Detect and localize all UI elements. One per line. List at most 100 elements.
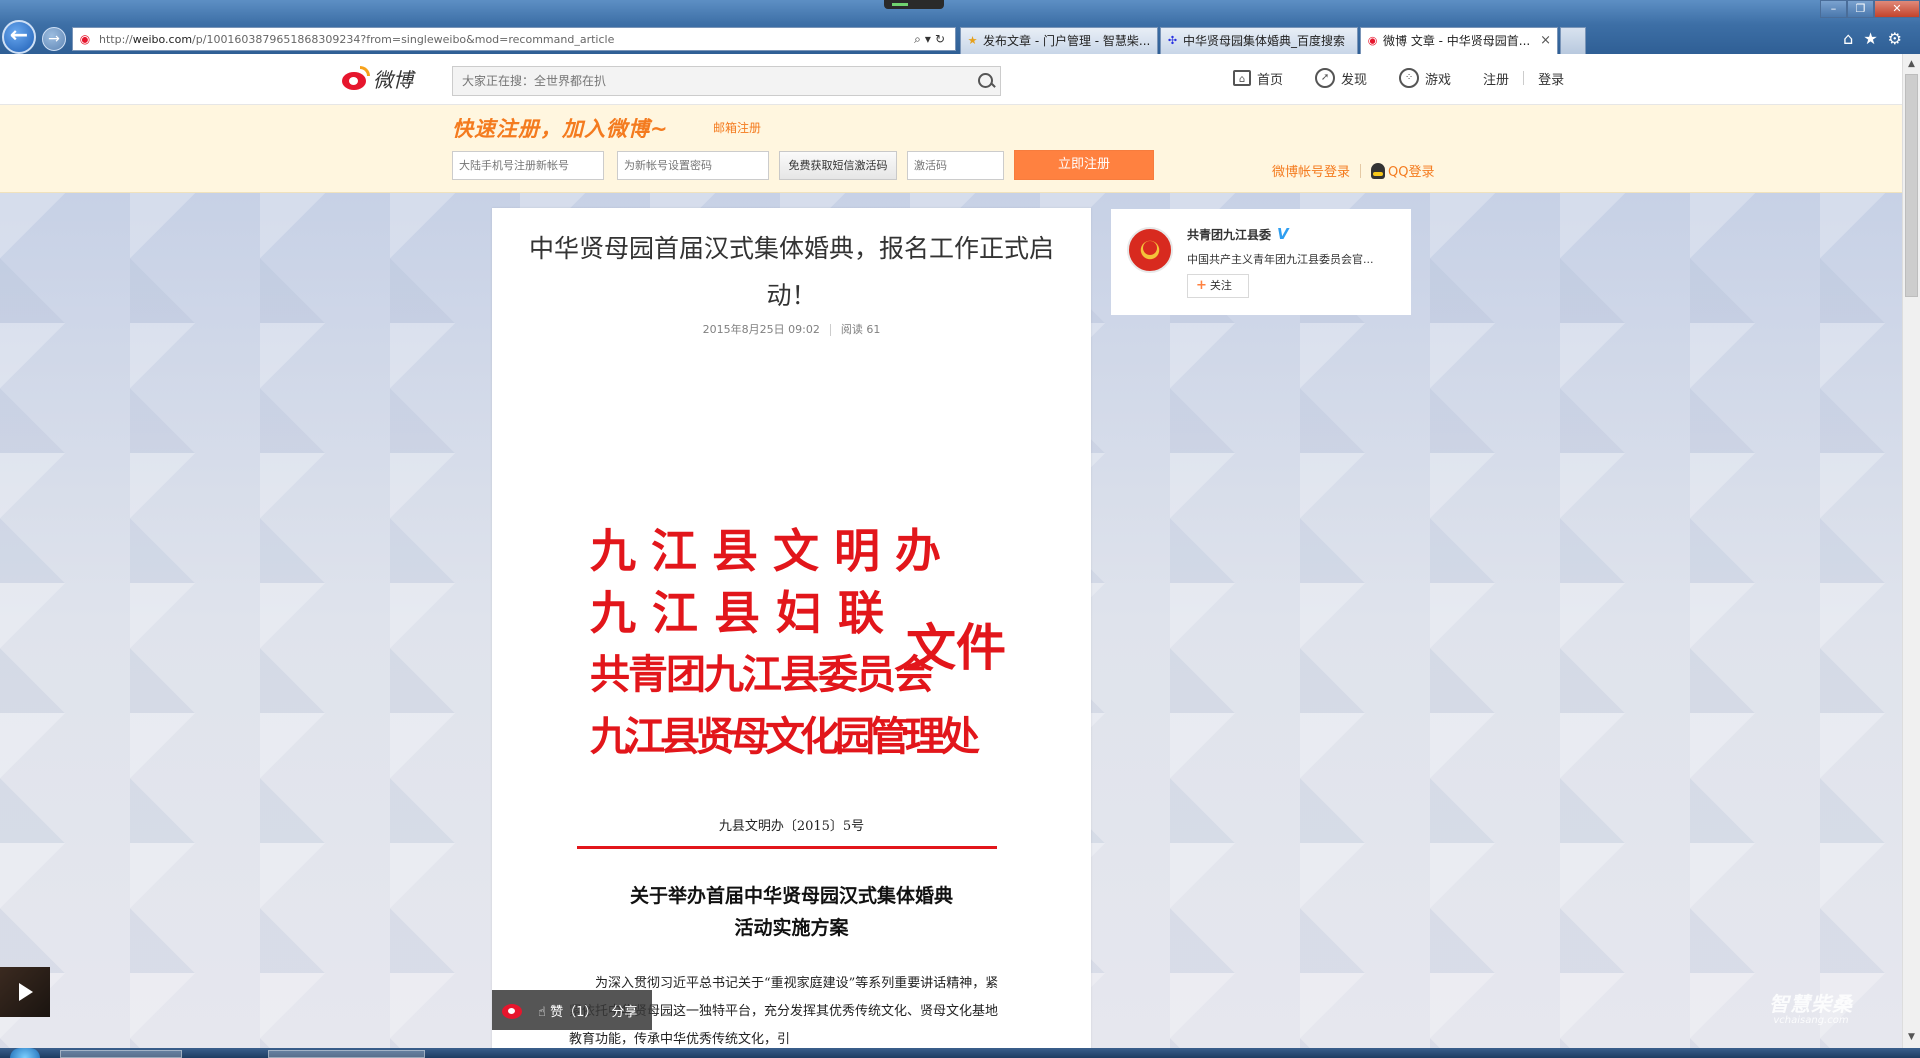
tab-label: 微博 文章 - 中华贤母园首... xyxy=(1383,34,1531,48)
floating-action-bar: ☝ 赞（1） 分享 xyxy=(492,990,652,1030)
browser-chrome: ← → ◉ http://weibo.com/p/100160387965186… xyxy=(0,0,1920,54)
article-reads: 阅读 61 xyxy=(840,323,881,336)
tab-strip: ★ 发布文章 - 门户管理 - 智慧柴... ✣ 中华贤母园集体婚典_百度搜索 … xyxy=(960,27,1588,54)
site-watermark: 智慧柴桑 vchaisang.com xyxy=(1769,988,1853,1026)
sms-code-button[interactable]: 免费获取短信激活码 xyxy=(779,151,897,180)
weibo-icon: ◉ xyxy=(1367,34,1378,47)
activation-code-input[interactable] xyxy=(907,151,1004,180)
nav-home-label: 首页 xyxy=(1257,72,1284,88)
search-icon[interactable]: ⌕ xyxy=(914,32,925,46)
weibo-icon[interactable] xyxy=(500,999,526,1021)
address-url[interactable]: http://weibo.com/p/100160387965186830923… xyxy=(99,33,914,46)
register-link[interactable]: 注册 xyxy=(1483,69,1509,88)
follow-button[interactable]: + 关注 xyxy=(1187,274,1249,298)
doc-header-line: 九江县贤母文化园管理处 xyxy=(590,713,980,760)
window-controls: – ❐ ✕ xyxy=(1820,0,1920,18)
video-thumbnail[interactable] xyxy=(0,967,50,1017)
phone-input[interactable] xyxy=(452,151,604,180)
alt-login-links: 微博帐号登录 QQ登录 xyxy=(1272,161,1434,180)
nav-home[interactable]: ⌂ 首页 xyxy=(1233,69,1283,88)
nav-games[interactable]: ⁘ 游戏 xyxy=(1399,68,1451,88)
watermark-text: 智慧柴桑 xyxy=(1769,992,1853,1016)
home-icon: ⌂ xyxy=(1233,70,1251,86)
divider xyxy=(1360,163,1362,178)
windows-taskbar xyxy=(0,1048,1920,1058)
weibo-favicon-icon: ◉ xyxy=(79,32,91,46)
tab-weibo-article[interactable]: ◉ 微博 文章 - 中华贤母园首... × xyxy=(1360,27,1558,54)
nav-discover-label: 发现 xyxy=(1341,72,1368,88)
vertical-scrollbar[interactable]: ▲ ▼ xyxy=(1902,54,1920,1048)
maximize-icon[interactable]: ❐ xyxy=(1847,0,1874,18)
weibo-eye-icon xyxy=(340,65,370,92)
doc-header-line: 九江县文明办 xyxy=(590,524,956,578)
portal-icon: ★ xyxy=(967,34,978,47)
loading-indicator xyxy=(884,0,944,9)
author-name-text[interactable]: 共青团九江县委 xyxy=(1187,226,1271,243)
tab-label: 中华贤母园集体婚典_百度搜索 xyxy=(1183,34,1346,48)
address-tools[interactable]: ⌕▾↻ xyxy=(914,32,955,47)
scrollbar-thumb[interactable] xyxy=(1905,74,1918,297)
new-tab-button[interactable] xyxy=(1560,27,1586,54)
address-bar[interactable]: ◉ http://weibo.com/p/1001603879651868309… xyxy=(72,27,956,51)
like-label: 赞（1） xyxy=(550,1004,598,1020)
doc-red-rule xyxy=(577,846,997,849)
weibo-top-nav: 微博 ⌂ 首页 ➚ 发现 ⁘ 游戏 注册 登录 xyxy=(0,54,1902,105)
weibo-logo[interactable]: 微博 xyxy=(340,64,413,93)
watermark-subtext: vchaisang.com xyxy=(1773,1015,1849,1026)
gamepad-icon: ⁘ xyxy=(1399,68,1420,88)
article-date: 2015年8月25日 09:02 xyxy=(702,323,820,336)
email-register-link[interactable]: 邮箱注册 xyxy=(713,119,761,136)
article-card: 中华贤母园首届汉式集体婚典，报名工作正式启动！ 2015年8月25日 09:02… xyxy=(492,208,1091,1058)
avatar[interactable] xyxy=(1127,227,1173,273)
browser-toolbar-right: ⌂★⚙ xyxy=(1843,29,1912,48)
author-name[interactable]: 共青团九江县委 V xyxy=(1187,225,1289,243)
divider xyxy=(1523,71,1525,85)
plus-icon: + xyxy=(1196,278,1207,293)
start-button[interactable] xyxy=(10,1048,40,1058)
register-submit-button[interactable]: 立即注册 xyxy=(1014,150,1154,180)
taskbar-button[interactable] xyxy=(60,1050,182,1058)
tab-portal[interactable]: ★ 发布文章 - 门户管理 - 智慧柴... xyxy=(960,27,1158,54)
scroll-down-icon[interactable]: ▼ xyxy=(1903,1029,1920,1046)
share-button[interactable]: 分享 xyxy=(611,1001,637,1020)
minimize-icon[interactable]: – xyxy=(1820,0,1847,18)
tab-baidu[interactable]: ✣ 中华贤母园集体婚典_百度搜索 xyxy=(1160,27,1358,54)
login-link[interactable]: 登录 xyxy=(1538,69,1564,88)
register-slogan: 快速注册，加入微博~ xyxy=(452,117,669,141)
gear-icon[interactable]: ⚙ xyxy=(1888,29,1912,48)
close-window-icon[interactable]: ✕ xyxy=(1874,0,1920,18)
article-title: 中华贤母园首届汉式集体婚典，报名工作正式启动！ xyxy=(528,234,1054,310)
compass-icon: ➚ xyxy=(1315,68,1336,88)
taskbar-button[interactable] xyxy=(268,1050,425,1058)
doc-number: 九县文明办〔2015〕5号 xyxy=(718,819,865,834)
qq-login-link[interactable]: QQ登录 xyxy=(1388,161,1434,180)
tab-label: 发布文章 - 门户管理 - 智慧柴... xyxy=(983,34,1151,48)
qq-penguin-icon xyxy=(1371,162,1386,179)
scroll-up-icon[interactable]: ▲ xyxy=(1903,56,1920,73)
chevron-down-icon[interactable]: ▾ xyxy=(925,32,935,46)
refresh-icon[interactable]: ↻ xyxy=(935,32,949,46)
like-button[interactable]: ☝ 赞（1） xyxy=(538,1001,597,1020)
search-input[interactable] xyxy=(462,74,970,88)
home-icon[interactable]: ⌂ xyxy=(1843,29,1863,48)
author-description: 中国共产主义青年团九江县委员会官... xyxy=(1187,253,1374,266)
weibo-account-login-link[interactable]: 微博帐号登录 xyxy=(1272,161,1350,180)
forward-arrow-icon[interactable]: → xyxy=(42,27,66,51)
thumbs-up-icon: ☝ xyxy=(538,1004,546,1020)
password-input[interactable] xyxy=(617,151,769,180)
register-banner: 快速注册，加入微博~ 邮箱注册 免费获取短信激活码 立即注册 微博帐号登录 QQ… xyxy=(0,105,1902,193)
doc-title-line: 活动实施方案 xyxy=(734,917,849,939)
back-arrow-icon[interactable]: ← xyxy=(2,20,36,54)
nav-games-label: 游戏 xyxy=(1425,72,1452,88)
doc-title: 关于举办首届中华贤母园汉式集体婚典 活动实施方案 xyxy=(492,880,1091,944)
doc-suffix: 文件 xyxy=(906,618,1006,677)
search-box xyxy=(452,66,1001,96)
close-tab-icon[interactable]: × xyxy=(1540,28,1551,54)
search-icon[interactable] xyxy=(970,67,1000,95)
nav-discover[interactable]: ➚ 发现 xyxy=(1315,68,1367,88)
baidu-paw-icon: ✣ xyxy=(1167,34,1178,47)
doc-title-line: 关于举办首届中华贤母园汉式集体婚典 xyxy=(629,885,953,907)
logo-text: 微博 xyxy=(373,68,413,92)
follow-label: 关注 xyxy=(1209,279,1232,292)
star-icon[interactable]: ★ xyxy=(1863,29,1887,48)
